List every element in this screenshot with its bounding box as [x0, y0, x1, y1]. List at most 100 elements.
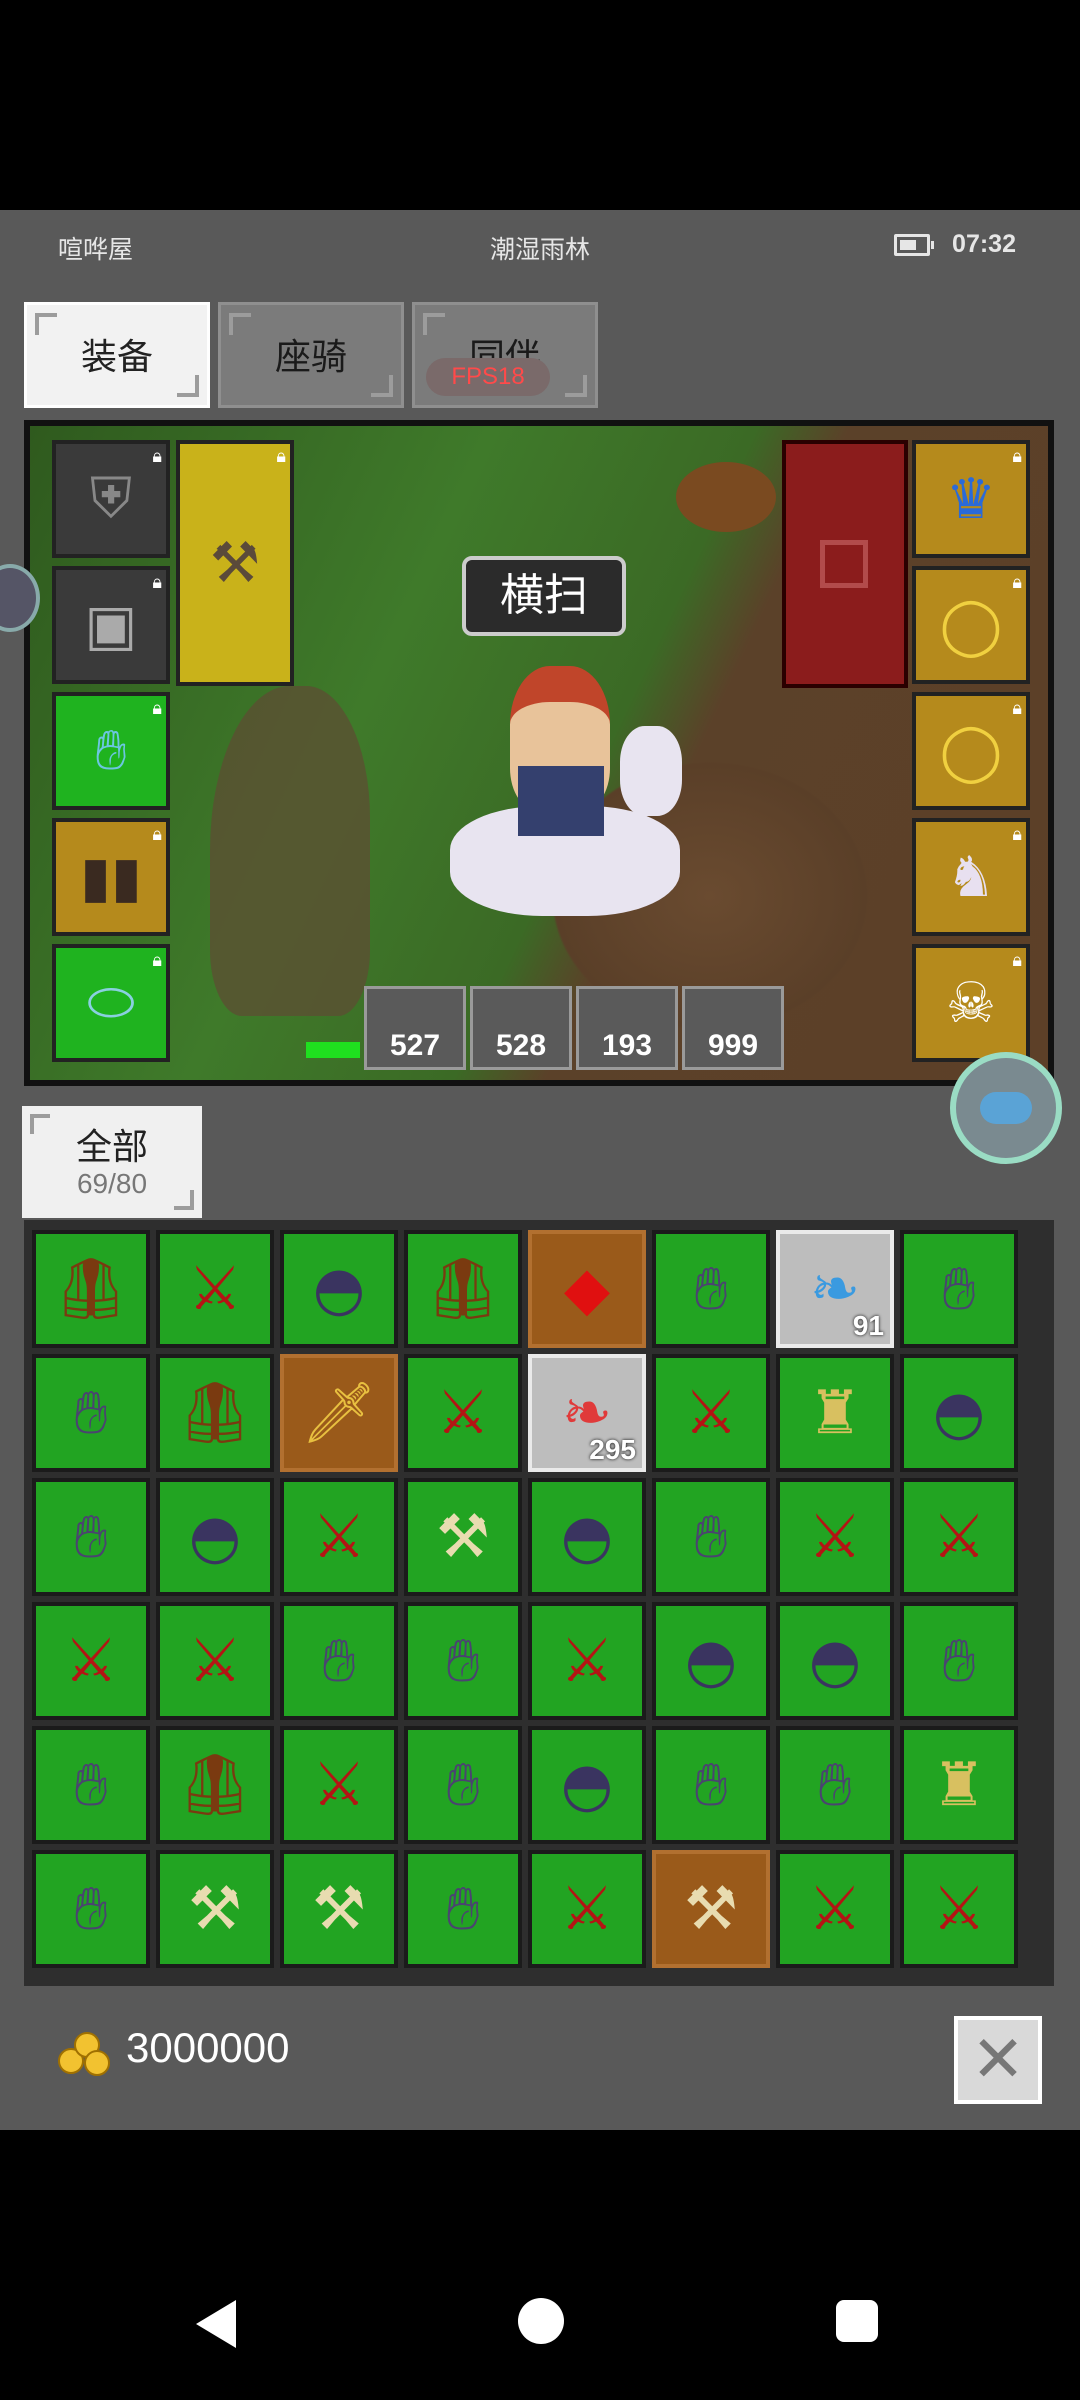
equip-slot-boots[interactable]: ▮▮ 🔒︎ [52, 818, 170, 936]
recent-apps-icon[interactable] [836, 2300, 878, 2342]
equip-slot-ring-2[interactable]: ◯ 🔒︎ [912, 692, 1030, 810]
inventory-slot[interactable]: ⚒ [280, 1850, 398, 1968]
helmet-armor-icon: ⛨ [90, 466, 132, 531]
equip-slot-weapon[interactable]: ⚒ 🔒︎ [176, 440, 294, 686]
inventory-slot[interactable]: ✋︎ [32, 1354, 150, 1472]
inventory-slot[interactable]: ♜ [900, 1726, 1018, 1844]
quick-slot-potion-1[interactable]: 527 [364, 986, 466, 1070]
inventory-slot[interactable]: ⚔ [652, 1354, 770, 1472]
equip-slot-helmet[interactable]: ⛨ 🔒︎ [52, 440, 170, 558]
lock-icon: 🔒︎ [152, 446, 162, 467]
inventory-slot[interactable]: ⚔ [900, 1478, 1018, 1596]
quick-slot-count: 193 [601, 1029, 653, 1062]
axe-icon: ⚒ [312, 1874, 366, 1944]
inventory-slot[interactable]: ⚒ [404, 1478, 522, 1596]
inventory-slot[interactable]: ✋︎ [404, 1850, 522, 1968]
inventory-slot[interactable]: ⚔ [280, 1726, 398, 1844]
quick-slot-fish-1[interactable]: 193 [576, 986, 678, 1070]
inventory-slot[interactable]: ✋︎ [652, 1478, 770, 1596]
inventory-slot[interactable]: ⚔ [776, 1850, 894, 1968]
home-icon[interactable] [518, 2298, 564, 2344]
inventory-slot[interactable]: ⚔ [528, 1850, 646, 1968]
inventory-slot[interactable]: ⚔ [404, 1354, 522, 1472]
inventory-slot[interactable]: ✋︎ [404, 1602, 522, 1720]
crest-icon: ♜ [808, 1378, 862, 1448]
inventory-slot[interactable]: ✋︎ [32, 1478, 150, 1596]
sword-icon: ⚔ [436, 1378, 490, 1448]
glove-icon: ✋︎ [941, 1626, 977, 1696]
inventory-slot[interactable]: 🦺︎ [404, 1230, 522, 1348]
inventory-slot[interactable]: ◓ [156, 1478, 274, 1596]
gem-icon: ◆ [563, 1254, 611, 1324]
inventory-slot[interactable]: ◓ [280, 1230, 398, 1348]
inventory-slot[interactable]: ✋︎ [900, 1602, 1018, 1720]
item-quantity: 295 [589, 1434, 636, 1465]
helm-icon: ◓ [684, 1626, 738, 1696]
inventory-slot[interactable]: ✋︎ [652, 1230, 770, 1348]
quick-slot-fish-2[interactable]: 999 [682, 986, 784, 1070]
close-button[interactable]: ✕ [954, 2016, 1042, 2104]
equip-slot-crown[interactable]: ♛ 🔒︎ [912, 440, 1030, 558]
inventory-slot[interactable]: ◓ [900, 1354, 1018, 1472]
lock-icon: 🔒︎ [152, 572, 162, 593]
inventory-filter-all[interactable]: 全部 69/80 [22, 1106, 202, 1218]
equip-slot-belt[interactable]: ⬭ 🔒︎ [52, 944, 170, 1062]
close-icon: ✕ [971, 2023, 1025, 2097]
sword-icon: ⚔ [312, 1750, 366, 1820]
inventory-slot[interactable]: ❧ 91 [776, 1230, 894, 1348]
android-nav-bar [0, 2130, 1080, 2400]
inventory-slot[interactable]: ⚔ [776, 1478, 894, 1596]
tab-equipment[interactable]: 装备 [24, 302, 210, 408]
inventory-slot[interactable]: ✋︎ [404, 1726, 522, 1844]
equip-slot-armor[interactable]: ▣ 🔒︎ [52, 566, 170, 684]
game-screen: 喧哗屋 潮湿雨林 07:32 装备 座骑 同伴 FPS18 ⛨🔒︎ ▣🔒︎ ✋︎… [0, 210, 1080, 2130]
equip-slot-mount[interactable]: ♞ 🔒︎ [912, 818, 1030, 936]
inventory-slot[interactable]: ⚔ [900, 1850, 1018, 1968]
inventory-slot[interactable]: 🗡︎ [280, 1354, 398, 1472]
inventory-slot[interactable]: ◓ [652, 1602, 770, 1720]
inventory-slot[interactable]: 🦺︎ [32, 1230, 150, 1348]
inventory-slot[interactable]: ✋︎ [32, 1726, 150, 1844]
inventory-slot[interactable]: ⚒ [156, 1850, 274, 1968]
critter-sprite [676, 462, 776, 532]
glove-icon: ✋︎ [693, 1254, 729, 1324]
inventory-slot[interactable]: ✋︎ [280, 1602, 398, 1720]
equip-slot-gloves[interactable]: ✋︎ 🔒︎ [52, 692, 170, 810]
inventory-slot[interactable]: 🦺︎ [156, 1354, 274, 1472]
inventory-slot[interactable]: ⚔ [156, 1602, 274, 1720]
cloud-save-button[interactable] [950, 1052, 1062, 1164]
lock-icon: 🔒︎ [152, 950, 162, 971]
inventory-slot[interactable]: ⚒ [652, 1850, 770, 1968]
back-icon[interactable] [196, 2300, 236, 2348]
status-bar: 喧哗屋 潮湿雨林 07:32 [0, 210, 1080, 282]
armor-icon: 🦺︎ [176, 1378, 254, 1448]
filter-label: 全部 [75, 1127, 148, 1168]
inventory-slot[interactable]: ✋︎ [652, 1726, 770, 1844]
inventory-slot[interactable]: ◓ [528, 1726, 646, 1844]
tab-mount[interactable]: 座骑 [218, 302, 404, 408]
inventory-slot[interactable]: ⚔ [528, 1602, 646, 1720]
inventory-slot[interactable]: ✋︎ [776, 1726, 894, 1844]
inventory-slot[interactable]: ✋︎ [32, 1850, 150, 1968]
character-scene: ⛨🔒︎ ▣🔒︎ ✋︎🔒︎ ▮▮🔒︎ ⬭🔒︎ ⚒🔒︎ ♛🔒︎ ◯🔒︎ ◯🔒︎ ♞� [24, 420, 1054, 1086]
inventory-slot[interactable]: ✋︎ [900, 1230, 1018, 1348]
inventory-slot[interactable]: ♜ [776, 1354, 894, 1472]
sword-icon: ⚔ [932, 1874, 986, 1944]
inventory-slot[interactable]: ◆ [528, 1230, 646, 1348]
glove-icon: ✋︎ [445, 1874, 481, 1944]
quick-slot-count: 999 [707, 1029, 759, 1062]
empty-red-slot[interactable] [782, 440, 908, 688]
inventory-slot[interactable]: 🦺︎ [156, 1726, 274, 1844]
equip-slot-ring-1[interactable]: ◯ 🔒︎ [912, 566, 1030, 684]
gold-amount: 3000000 [126, 2024, 290, 2071]
quick-slot-potion-2[interactable]: 528 [470, 986, 572, 1070]
helm-icon: ◓ [560, 1750, 614, 1820]
inventory-slot[interactable]: ◓ [528, 1478, 646, 1596]
inventory-slot[interactable]: ⚔ [32, 1602, 150, 1720]
inventory-slot[interactable]: ⚔ [280, 1478, 398, 1596]
inventory-slot[interactable]: ◓ [776, 1602, 894, 1720]
inventory-slot[interactable]: ❧ 295 [528, 1354, 646, 1472]
inventory-slot[interactable]: ⚔ [156, 1230, 274, 1348]
equip-slot-companion[interactable]: ☠ 🔒︎ [912, 944, 1030, 1062]
lock-icon: 🔒︎ [1012, 950, 1022, 970]
